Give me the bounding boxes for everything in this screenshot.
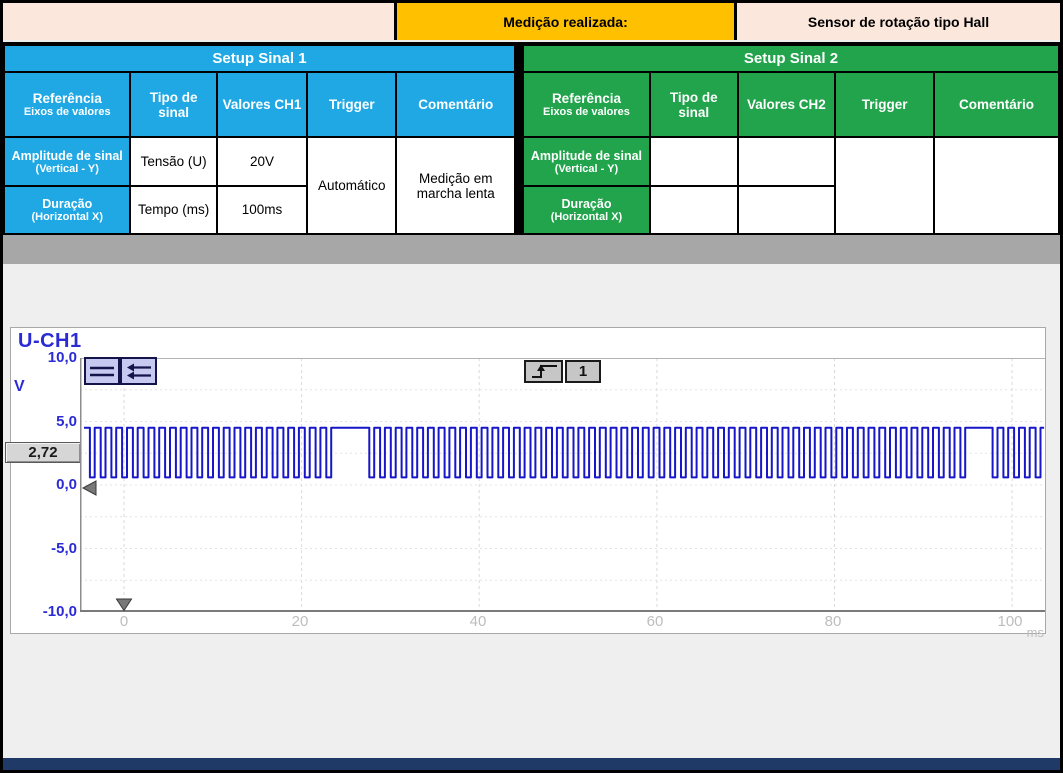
setup2-comentario-cell[interactable] (934, 137, 1059, 234)
setup2-col-comentario: Comentário (934, 72, 1059, 138)
setup2-col-referencia-label: Referência (526, 91, 647, 106)
y-tick-m5: -5,0 (25, 540, 77, 557)
y-tick-10: 10,0 (25, 349, 77, 366)
setup1-col-valores: Valores CH1 (217, 72, 307, 138)
setup2-col-referencia: Referência Eixos de valores (523, 72, 650, 138)
setup-tables: Setup Sinal 1 Referência Eixos de valore… (3, 42, 1060, 235)
setup1-duracao-text: Duração (7, 197, 127, 211)
setup2-col-trigger: Trigger (835, 72, 934, 138)
document-page: Medição realizada: Sensor de rotação tip… (0, 0, 1063, 773)
header-empty-cell[interactable] (3, 3, 394, 40)
setup-sinal-2-table: Setup Sinal 2 Referência Eixos de valore… (522, 44, 1060, 235)
setup2-tipo-amplitude-cell[interactable] (650, 137, 738, 185)
pan-left-button[interactable] (120, 357, 157, 385)
sensor-name-cell[interactable]: Sensor de rotação tipo Hall (737, 3, 1060, 40)
measurement-label-cell[interactable]: Medição realizada: (397, 3, 734, 40)
scope-plot (80, 358, 1045, 612)
setup1-col-trigger: Trigger (307, 72, 396, 138)
setup1-row-duracao-label: Duração (Horizontal X) (4, 186, 130, 234)
y-axis-unit: V (14, 378, 25, 396)
double-left-arrow-icon (124, 360, 154, 382)
setup1-duracao-sub: (Horizontal X) (7, 211, 127, 223)
y-tick-5: 5,0 (25, 413, 77, 430)
x-axis-unit: ms (994, 625, 1044, 640)
trigger-level-indicator[interactable]: 2,72 (5, 442, 81, 463)
setup1-title: Setup Sinal 1 (4, 45, 515, 72)
setup-sinal-1-table: Setup Sinal 1 Referência Eixos de valore… (3, 44, 516, 235)
x-tick-0: 0 (94, 613, 154, 630)
setup1-row-amplitude-label: Amplitude de sinal (Vertical - Y) (4, 137, 130, 185)
display-mode-button[interactable] (84, 357, 120, 385)
ground-level-marker[interactable] (83, 481, 96, 495)
lines-icon (87, 360, 117, 382)
x-tick-20: 20 (270, 613, 330, 630)
setup2-title: Setup Sinal 2 (523, 45, 1059, 72)
trigger-source-button[interactable]: 1 (565, 360, 601, 383)
x-tick-40: 40 (448, 613, 508, 630)
setup2-valor-amplitude-cell[interactable] (738, 137, 836, 185)
setup1-tipo-duracao-cell[interactable]: Tempo (ms) (130, 186, 216, 234)
setup1-trigger-cell[interactable]: Automático (307, 137, 396, 234)
setup1-col-comentario: Comentário (396, 72, 515, 138)
rising-edge-icon (528, 362, 560, 381)
setup1-comentario-cell[interactable]: Medição em marcha lenta (396, 137, 515, 234)
setup2-duracao-text: Duração (526, 197, 647, 211)
x-tick-80: 80 (803, 613, 863, 630)
setup1-valor-duracao-cell[interactable]: 100ms (217, 186, 307, 234)
setup1-tipo-amplitude-cell[interactable]: Tensão (U) (130, 137, 216, 185)
setup1-amplitude-sub: (Vertical - Y) (7, 163, 127, 175)
setup2-col-tipo: Tipo de sinal (650, 72, 738, 138)
divider-bar (3, 235, 1060, 264)
setup1-col-tipo: Tipo de sinal (130, 72, 216, 138)
setup2-valor-duracao-cell[interactable] (738, 186, 836, 234)
setup1-col-referencia: Referência Eixos de valores (4, 72, 130, 138)
trigger-edge-button[interactable] (524, 360, 563, 383)
footer-bar (3, 758, 1060, 770)
setup2-row-duracao-label: Duração (Horizontal X) (523, 186, 650, 234)
setup2-amplitude-text: Amplitude de sinal (526, 149, 647, 163)
x-tick-60: 60 (625, 613, 685, 630)
page-content: Medição realizada: Sensor de rotação tip… (3, 3, 1060, 770)
y-tick-m10: -10,0 (25, 603, 77, 620)
top-header-row: Medição realizada: Sensor de rotação tip… (3, 3, 1060, 40)
setup2-tipo-duracao-cell[interactable] (650, 186, 738, 234)
setup1-col-referencia-sub: Eixos de valores (7, 106, 127, 118)
setup2-amplitude-sub: (Vertical - Y) (526, 163, 647, 175)
setup1-amplitude-text: Amplitude de sinal (7, 149, 127, 163)
setup1-valor-amplitude-cell[interactable]: 20V (217, 137, 307, 185)
setup2-duracao-sub: (Horizontal X) (526, 211, 647, 223)
trigger-time-marker[interactable] (117, 599, 132, 611)
setup2-trigger-cell[interactable] (835, 137, 934, 234)
setup2-col-referencia-sub: Eixos de valores (526, 106, 647, 118)
y-tick-0: 0,0 (25, 476, 77, 493)
setup2-row-amplitude-label: Amplitude de sinal (Vertical - Y) (523, 137, 650, 185)
oscilloscope-panel: U-CH1 V 10,0 5,0 0,0 -5,0 -10,0 2,72 (10, 327, 1046, 634)
setup1-col-referencia-label: Referência (7, 91, 127, 106)
setup2-col-valores: Valores CH2 (738, 72, 836, 138)
